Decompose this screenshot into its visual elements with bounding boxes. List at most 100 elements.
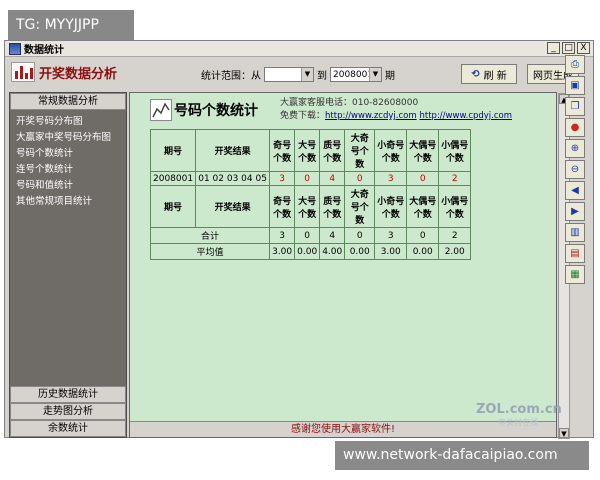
average-value: 4.00 <box>319 243 346 260</box>
sidebar-header[interactable]: 常规数据分析 <box>10 93 126 110</box>
sidebar-item[interactable]: 开奖号码分布图 <box>16 114 120 130</box>
from-select[interactable]: ▼ <box>264 67 314 82</box>
row-result: 01 02 03 04 05 <box>195 171 271 186</box>
col-header: 奇号个数 <box>269 185 296 228</box>
close-button[interactable]: X <box>577 42 590 54</box>
col-header: 小偶号个数 <box>438 185 472 228</box>
download-link-1[interactable]: http://www.zcdyj.com <box>325 111 417 121</box>
col-header: 小奇号个数 <box>374 129 408 172</box>
export-icon[interactable]: ▤ <box>565 244 585 263</box>
row-value: 0 <box>406 171 440 186</box>
total-value: 3 <box>269 227 296 244</box>
sidebar-item[interactable]: 大赢家中奖号码分布图 <box>16 130 120 146</box>
logo: 开奖数据分析 <box>11 62 117 82</box>
col-header: 期号 <box>149 185 197 228</box>
title-bar: 数据统计 _ □ X <box>5 41 593 57</box>
print-icon[interactable]: ⎙ <box>565 55 585 74</box>
save-icon[interactable]: ▣ <box>565 76 585 95</box>
url-overlay: www.network-dafacaipiao.com <box>335 441 589 470</box>
excel-icon[interactable]: ▦ <box>565 265 585 284</box>
from-label: 从 <box>251 71 261 82</box>
zol-watermark: ZOL.com.cn 中关村在线 <box>476 402 562 427</box>
col-header: 开奖结果 <box>195 185 271 228</box>
prev-icon[interactable]: ◀ <box>565 181 585 200</box>
total-value: 0 <box>344 227 376 244</box>
average-value: 0.00 <box>344 243 376 260</box>
sidebar-item[interactable]: 连号个数统计 <box>16 162 120 178</box>
app-window: 数据统计 _ □ X 开奖数据分析 统计范围： 从 ▼ 到 2008001 ▼ 期… <box>4 40 594 439</box>
logo-text: 开奖数据分析 <box>39 66 118 82</box>
average-value: 3.00 <box>374 243 408 260</box>
average-value: 2.00 <box>438 243 472 260</box>
total-value: 0 <box>294 227 321 244</box>
col-header: 大奇号个数 <box>344 129 376 172</box>
total-label: 合计 <box>149 227 271 244</box>
toolbar: 开奖数据分析 统计范围： 从 ▼ 到 2008001 ▼ 期 ⟲ 刷 新 网页生成 <box>5 59 593 89</box>
row-value: 4 <box>319 171 346 186</box>
average-row: 平均值 3.00 0.00 4.00 0.00 3.00 0.00 2.00 <box>149 243 472 260</box>
total-value: 4 <box>319 227 346 244</box>
chart-icon[interactable]: ▥ <box>565 223 585 242</box>
paint-icon[interactable]: ● <box>565 118 585 137</box>
overlay-tag: TG: MYYJJPP <box>8 10 134 40</box>
sidebar: 常规数据分析 开奖号码分布图 大赢家中奖号码分布图 号码个数统计 连号个数统计 … <box>9 92 127 438</box>
sidebar-item[interactable]: 号码和值统计 <box>16 178 120 194</box>
col-header: 开奖结果 <box>195 129 271 172</box>
chevron-down-icon: ▼ <box>301 68 313 81</box>
average-label: 平均值 <box>149 243 271 260</box>
row-value: 2 <box>438 171 472 186</box>
zoom-in-icon[interactable]: ⊕ <box>565 139 585 158</box>
average-value: 0.00 <box>406 243 440 260</box>
total-value: 0 <box>406 227 440 244</box>
sidebar-item[interactable]: 号码个数统计 <box>16 146 120 162</box>
sidebar-section-remainder[interactable]: 余数统计 <box>10 420 126 437</box>
range-selector: 统计范围： 从 ▼ 到 2008001 ▼ 期 <box>201 67 395 82</box>
minimize-button[interactable]: _ <box>547 42 560 54</box>
col-header: 小偶号个数 <box>438 129 472 172</box>
average-value: 3.00 <box>269 243 296 260</box>
total-value: 2 <box>438 227 472 244</box>
page-title: 号码个数统计 <box>174 103 258 119</box>
sidebar-section-trend[interactable]: 走势图分析 <box>10 403 126 420</box>
col-header: 大号个数 <box>294 129 321 172</box>
zoom-out-icon[interactable]: ⊖ <box>565 160 585 179</box>
chevron-down-icon: ▼ <box>369 68 381 81</box>
maximize-button[interactable]: □ <box>562 42 575 54</box>
refresh-icon: ⟲ <box>471 68 480 80</box>
average-value: 0.00 <box>294 243 321 260</box>
total-row: 合计 3 0 4 0 3 0 2 <box>149 227 472 244</box>
next-icon[interactable]: ▶ <box>565 202 585 221</box>
row-value: 0 <box>344 171 376 186</box>
sidebar-item[interactable]: 其他常规项目统计 <box>16 194 120 210</box>
stats-table: 期号 开奖结果 奇号个数 大号个数 质号个数 大奇号个数 小奇号个数 大偶号个数… <box>149 129 472 260</box>
col-header: 大偶号个数 <box>406 185 440 228</box>
line-chart-icon <box>150 99 172 121</box>
copy-icon[interactable]: ❐ <box>565 97 585 116</box>
sidebar-section-history[interactable]: 历史数据统计 <box>10 386 126 403</box>
refresh-button[interactable]: ⟲ 刷 新 <box>461 64 517 84</box>
period-label: 期 <box>385 71 395 82</box>
col-header: 大奇号个数 <box>344 185 376 228</box>
download-link-2[interactable]: http://www.cpdyj.com <box>420 111 513 121</box>
app-icon <box>9 42 21 55</box>
range-label: 统计范围： <box>201 71 251 82</box>
col-header: 质号个数 <box>319 185 346 228</box>
window-title: 数据统计 <box>24 45 64 56</box>
col-header: 大号个数 <box>294 185 321 228</box>
row-value: 0 <box>294 171 321 186</box>
to-select[interactable]: 2008001 ▼ <box>330 67 382 82</box>
row-period: 2008001 <box>149 171 197 186</box>
contact-phone: 大赢家客服电话：010-82608000 <box>280 98 419 108</box>
col-header: 期号 <box>149 129 197 172</box>
bar-chart-icon <box>11 62 35 82</box>
col-header: 大偶号个数 <box>406 129 440 172</box>
main-panel: 号码个数统计 大赢家客服电话：010-82608000 免费下载：http://… <box>129 92 570 439</box>
table-header-row: 期号 开奖结果 奇号个数 大号个数 质号个数 大奇号个数 小奇号个数 大偶号个数… <box>149 129 472 172</box>
row-value: 3 <box>374 171 408 186</box>
right-toolbar: ⎙ ▣ ❐ ● ⊕ ⊖ ◀ ▶ ▥ ▤ ▦ <box>565 55 587 284</box>
contact-info: 大赢家客服电话：010-82608000 免费下载：http://www.zcd… <box>280 97 512 123</box>
col-header: 奇号个数 <box>269 129 296 172</box>
total-value: 3 <box>374 227 408 244</box>
scroll-down-icon[interactable]: ▼ <box>559 428 569 438</box>
table-row: 2008001 01 02 03 04 05 3 0 4 0 3 0 2 <box>149 171 472 186</box>
